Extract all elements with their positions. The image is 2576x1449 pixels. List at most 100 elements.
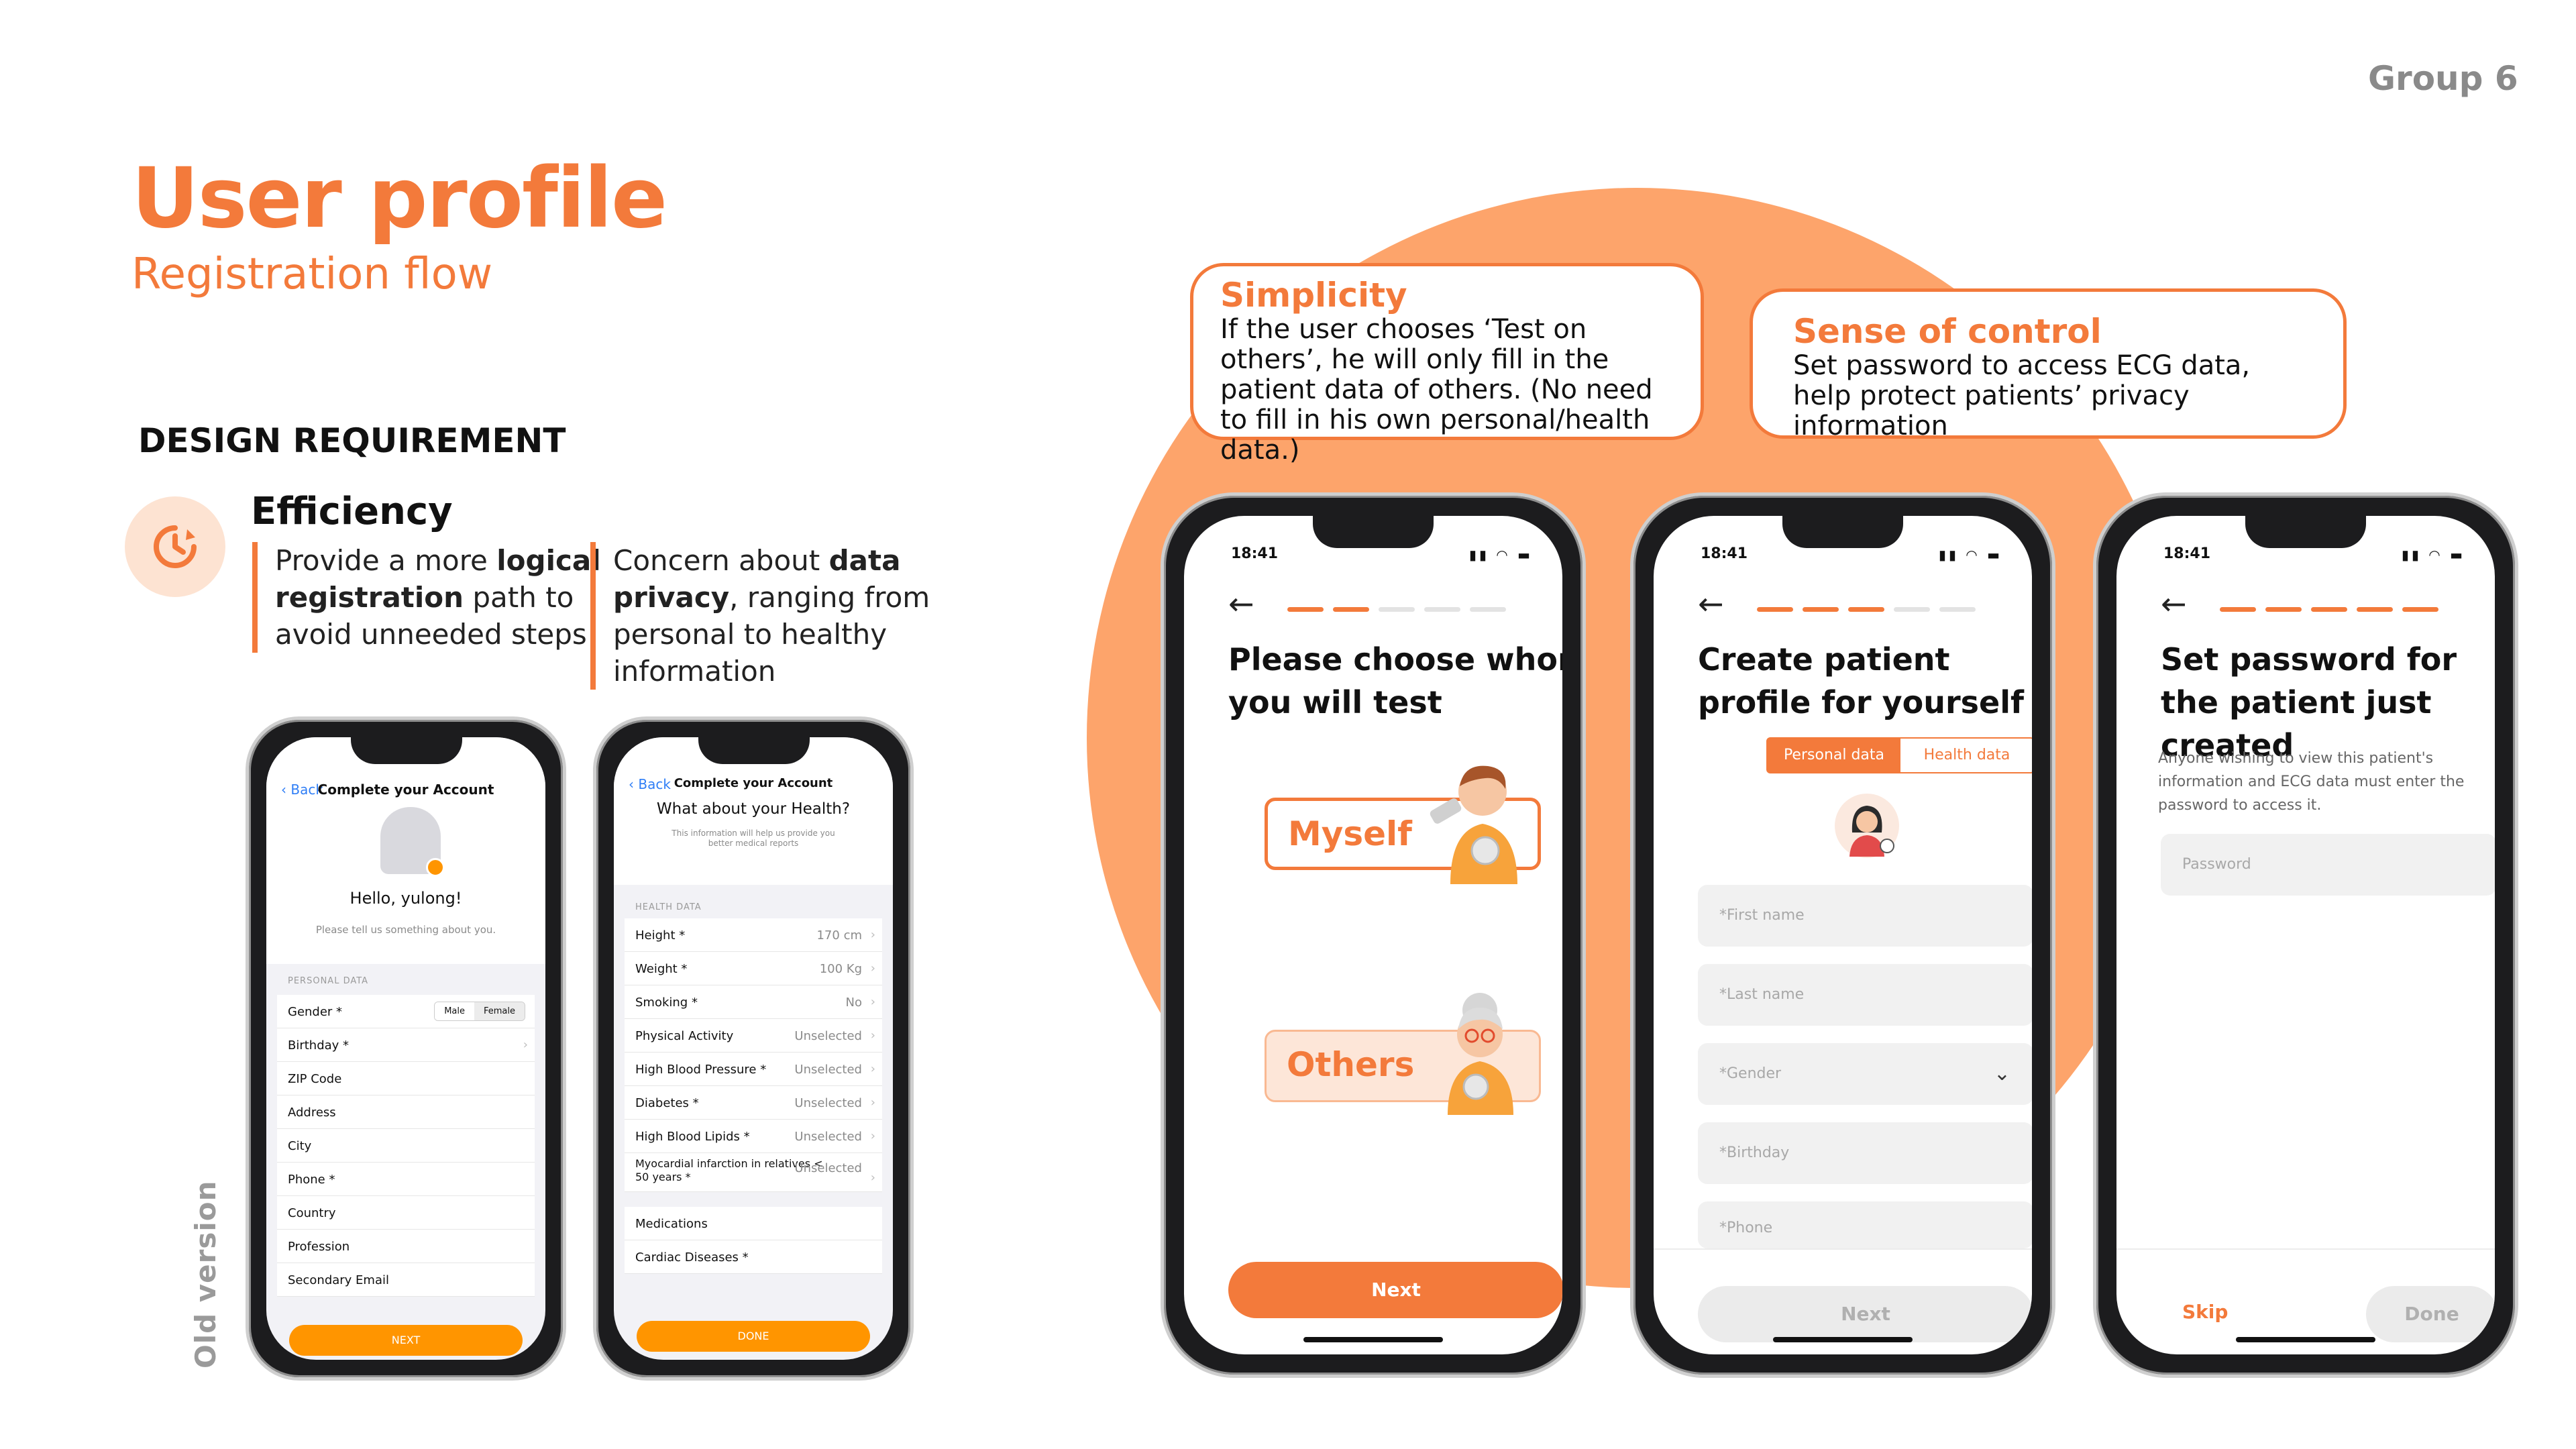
back-arrow-icon[interactable]: ← bbox=[1698, 588, 1724, 619]
bottom-divider bbox=[1654, 1248, 2032, 1250]
efficiency-bullet-privacy: Concern about data privacy, ranging from… bbox=[590, 542, 1006, 690]
screen-title: Please choose whom you will test bbox=[1228, 641, 1562, 720]
progress-steps bbox=[1757, 607, 1976, 612]
skip-button[interactable]: Skip bbox=[2182, 1301, 2228, 1323]
progress-step bbox=[1848, 607, 1884, 612]
old-phone-health-screen: ‹ Back Complete your Account What about … bbox=[614, 737, 893, 1360]
row-cardiac-diseases[interactable]: Cardiac Diseases * bbox=[625, 1240, 882, 1274]
birthday-field[interactable]: *Birthday bbox=[1698, 1122, 2032, 1184]
gender-select[interactable]: *Gender ⌄ bbox=[1698, 1043, 2032, 1105]
phone-choose-whom: 18:41 ▮▮ ◠ ▬ ← Please choose whom you wi… bbox=[1161, 492, 1586, 1378]
efficiency-title: Efficiency bbox=[251, 490, 453, 533]
phone-set-password: 18:41 ▮▮ ◠ ▬ ← Set password for the pati… bbox=[2093, 492, 2518, 1378]
tab-health-data[interactable]: Health data bbox=[1900, 739, 2032, 772]
back-arrow-icon[interactable]: ← bbox=[1228, 588, 1254, 619]
row-gender[interactable]: Gender * Male Female bbox=[277, 995, 535, 1028]
gender-male-option[interactable]: Male bbox=[435, 1002, 474, 1020]
progress-step bbox=[1333, 607, 1369, 612]
phone-create-profile-screen: 18:41 ▮▮ ◠ ▬ ← Create patient profile fo… bbox=[1654, 516, 2032, 1354]
row-medications[interactable]: Medications bbox=[625, 1207, 882, 1240]
status-time: 18:41 bbox=[1701, 545, 1748, 562]
elderly-woman-illustration-icon bbox=[1448, 993, 1513, 1115]
nav-title: Complete your Account bbox=[317, 782, 494, 798]
row-address[interactable]: Address bbox=[277, 1095, 535, 1129]
row-profession[interactable]: Profession bbox=[277, 1230, 535, 1263]
old-phone-health: ‹ Back Complete your Account What about … bbox=[593, 716, 914, 1381]
row-city[interactable]: City bbox=[277, 1129, 535, 1163]
progress-step bbox=[2265, 607, 2302, 612]
requirement-heading: DESIGN REQUIREMENT bbox=[138, 421, 566, 460]
phone-notch bbox=[698, 737, 810, 764]
password-description: Anyone wishing to view this patient's in… bbox=[2158, 750, 2465, 814]
callout-control: Sense of control Set password to access … bbox=[1750, 288, 2347, 441]
progress-steps bbox=[1287, 607, 1506, 612]
page-subtitle: Registration flow bbox=[131, 250, 493, 299]
progress-step bbox=[1757, 607, 1793, 612]
phone-field[interactable]: *Phone bbox=[1698, 1201, 2032, 1248]
data-tabs: Personal data Health data bbox=[1766, 737, 2032, 773]
tab-personal-data[interactable]: Personal data bbox=[1768, 739, 1900, 772]
first-name-field[interactable]: *First name bbox=[1698, 885, 2032, 947]
done-button-disabled[interactable]: Done bbox=[2366, 1286, 2495, 1342]
row-blood-pressure[interactable]: High Blood Pressure * Unselected › bbox=[625, 1053, 882, 1086]
progress-step bbox=[1470, 607, 1506, 612]
last-name-field[interactable]: *Last name bbox=[1698, 964, 2032, 1026]
option-others-card[interactable]: Others bbox=[1265, 993, 1541, 1115]
old-version-label: Old version bbox=[189, 1180, 222, 1368]
old-phone-account-screen: ‹ Back Complete your Account Hello, yulo… bbox=[266, 737, 545, 1360]
phone-notch bbox=[1313, 512, 1434, 548]
section-personal-data: PERSONAL DATA bbox=[288, 976, 369, 986]
phone-notch bbox=[351, 737, 462, 764]
profile-header: Hello, yulong! Please tell us something … bbox=[266, 799, 545, 964]
phone-create-profile: 18:41 ▮▮ ◠ ▬ ← Create patient profile fo… bbox=[1630, 492, 2055, 1378]
row-birthday[interactable]: Birthday * › bbox=[277, 1028, 535, 1062]
row-height[interactable]: Height * 170 cm › bbox=[625, 918, 882, 952]
row-blood-lipids[interactable]: High Blood Lipids * Unselected › bbox=[625, 1120, 882, 1153]
gender-female-option[interactable]: Female bbox=[474, 1002, 525, 1020]
home-indicator bbox=[1773, 1337, 1913, 1342]
row-smoking[interactable]: Smoking * No › bbox=[625, 985, 882, 1019]
next-button-disabled[interactable]: Next bbox=[1698, 1286, 2032, 1342]
next-button[interactable]: NEXT bbox=[289, 1325, 523, 1356]
callout-simplicity: Simplicity If the user chooses ‘Test on … bbox=[1190, 263, 1704, 466]
phone-notch bbox=[2245, 512, 2366, 548]
phone-set-password-screen: 18:41 ▮▮ ◠ ▬ ← Set password for the pati… bbox=[2116, 516, 2495, 1354]
next-button[interactable]: Next bbox=[1228, 1262, 1562, 1318]
callout-simplicity-text: If the user chooses ‘Test on others’, he… bbox=[1220, 314, 1653, 466]
progress-step bbox=[1287, 607, 1324, 612]
progress-step bbox=[1803, 607, 1839, 612]
progress-steps bbox=[2220, 607, 2438, 612]
row-myocardial[interactable]: Myocardial infarction in relatives < 50 … bbox=[625, 1153, 882, 1192]
back-arrow-icon[interactable]: ← bbox=[2161, 588, 2187, 619]
row-country[interactable]: Country bbox=[277, 1196, 535, 1230]
row-phone[interactable]: Phone * bbox=[277, 1163, 535, 1196]
row-weight[interactable]: Weight * 100 Kg › bbox=[625, 952, 882, 985]
callout-control-text: Set password to access ECG data, help pr… bbox=[1793, 350, 2251, 441]
option-myself-card[interactable]: Myself bbox=[1265, 765, 1541, 884]
avatar-placeholder[interactable] bbox=[380, 807, 445, 877]
progress-step bbox=[2357, 607, 2393, 612]
row-physical-activity[interactable]: Physical Activity Unselected › bbox=[625, 1019, 882, 1053]
password-field[interactable]: Password bbox=[2161, 834, 2495, 896]
row-diabetes[interactable]: Diabetes * Unselected › bbox=[625, 1086, 882, 1120]
progress-step bbox=[2220, 607, 2256, 612]
progress-step bbox=[1939, 607, 1976, 612]
avatar[interactable] bbox=[1833, 792, 1900, 859]
row-secondary-email[interactable]: Secondary Email bbox=[277, 1263, 535, 1297]
home-indicator bbox=[1303, 1337, 1443, 1342]
progress-step bbox=[1424, 607, 1460, 612]
page-title: User profile bbox=[131, 150, 667, 247]
nav-title: Complete your Account bbox=[674, 776, 833, 790]
callout-control-title: Sense of control bbox=[1793, 312, 2102, 351]
edit-badge-icon bbox=[426, 858, 445, 877]
progress-step bbox=[2311, 607, 2347, 612]
phone-notch bbox=[1782, 512, 1903, 548]
callout-simplicity-title: Simplicity bbox=[1220, 276, 1407, 315]
woman-avatar-icon bbox=[1835, 794, 1899, 858]
greeting: Hello, yulong! bbox=[350, 889, 462, 908]
row-zip[interactable]: ZIP Code bbox=[277, 1062, 535, 1095]
greeting-hint: Please tell us something about you. bbox=[315, 924, 496, 936]
done-button[interactable]: DONE bbox=[637, 1321, 870, 1352]
screen-title: Create patient profile for yourself bbox=[1698, 641, 2024, 720]
bottom-divider bbox=[2116, 1248, 2495, 1250]
